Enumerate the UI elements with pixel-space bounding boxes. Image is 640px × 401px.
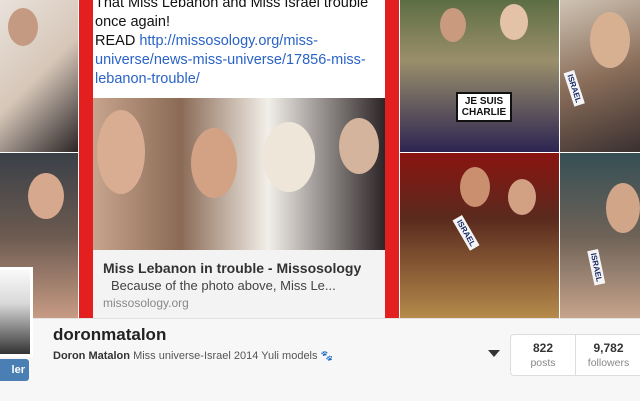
face-shape [606, 183, 640, 233]
face-shape [8, 8, 38, 46]
post-text-line2: once again! [95, 14, 170, 30]
posts-label: posts [530, 357, 556, 369]
featured-post-tile[interactable]: That Miss Lebanon and Miss Israel troubl… [79, 0, 399, 318]
face-shape [339, 118, 379, 174]
post-text: That Miss Lebanon and Miss Israel troubl… [95, 0, 383, 89]
profile-stats: 822 posts 9,782 followers [510, 334, 640, 376]
face-shape [28, 173, 64, 219]
post-text-line1: That Miss Lebanon and Miss Israel troubl… [95, 0, 369, 11]
link-preview-card[interactable]: Miss Lebanon in trouble - Missosology Be… [93, 250, 385, 318]
face-shape [508, 179, 536, 215]
face-shape [590, 12, 630, 68]
card-domain: missosology.org [103, 296, 189, 310]
grid-photo-je-suis-charlie[interactable]: JE SUIS CHARLIE [400, 0, 559, 152]
face-shape [263, 122, 315, 192]
display-name: Doron Matalon [53, 350, 130, 362]
grid-photo-kiss-selfie[interactable]: ISRAEL [560, 0, 640, 152]
paw-icon: 🐾 [320, 351, 334, 362]
chevron-down-icon[interactable] [488, 350, 500, 357]
followers-stat[interactable]: 9,782 followers [576, 335, 640, 375]
followers-label: followers [587, 357, 630, 369]
grid-photo-woman-black-swimsuit[interactable] [0, 0, 78, 152]
post-content: That Miss Lebanon and Miss Israel troubl… [93, 0, 385, 318]
face-shape [440, 8, 466, 42]
follow-button[interactable]: ler [0, 359, 29, 381]
bio-text: Miss universe-Israel 2014 Yuli models [133, 350, 318, 362]
sash-label: ISRAEL [563, 70, 585, 108]
bio: Doron Matalon Miss universe-Israel 2014 … [53, 350, 333, 362]
sash-label: ISRAEL [452, 215, 480, 252]
avatar[interactable] [0, 267, 33, 357]
posts-stat[interactable]: 822 posts [511, 335, 576, 375]
username: doronmatalon [53, 325, 167, 344]
card-description: Because of the photo above, Miss Le... [111, 278, 336, 293]
selfie-photo [93, 98, 385, 250]
grid-photo-interview[interactable]: ISRAEL [400, 153, 559, 318]
card-title: Miss Lebanon in trouble - Missosology [103, 260, 362, 276]
sign-board: JE SUIS CHARLIE [456, 92, 512, 122]
profile-header: ler doronmatalon Doron Matalon Miss univ… [0, 267, 640, 401]
face-shape [460, 167, 490, 207]
followers-count: 9,782 [593, 341, 624, 355]
sash-label: ISRAEL [587, 249, 606, 286]
read-label: READ [95, 33, 136, 49]
face-shape [97, 110, 145, 194]
face-shape [500, 4, 528, 40]
article-link[interactable]: http://missosology.org/miss-universe/new… [95, 33, 366, 87]
photo-grid: That Miss Lebanon and Miss Israel troubl… [0, 0, 640, 318]
face-shape [191, 128, 237, 198]
grid-photo-event[interactable]: ISRAEL [560, 153, 640, 318]
posts-count: 822 [532, 341, 554, 355]
